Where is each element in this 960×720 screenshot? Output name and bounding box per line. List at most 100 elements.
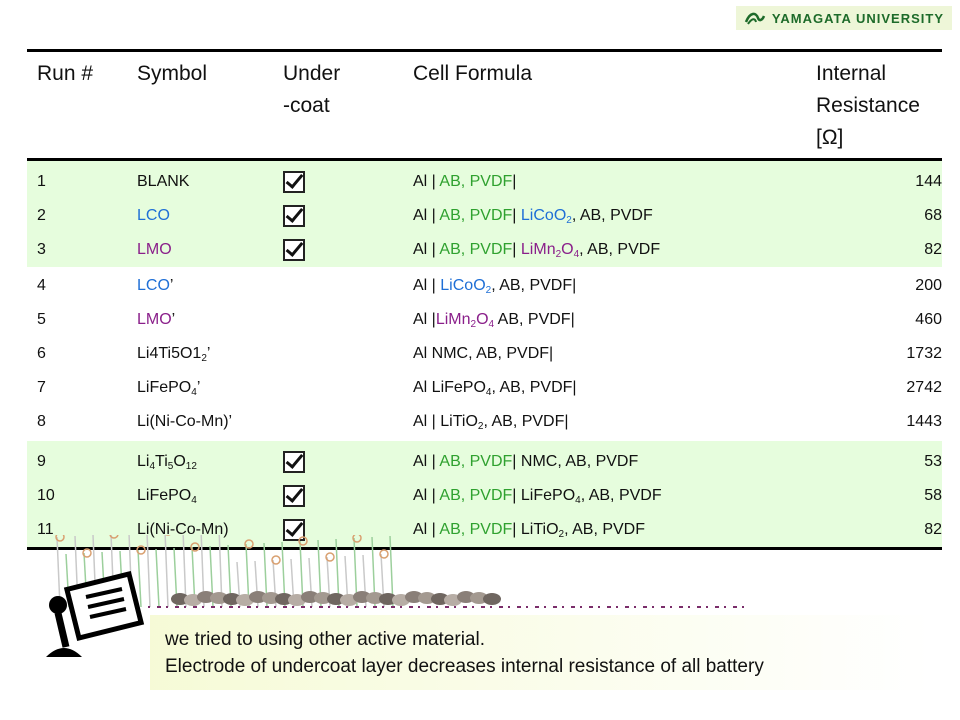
dot	[652, 606, 654, 608]
dot	[211, 606, 215, 608]
text-segment: AB, PVDF	[439, 487, 513, 504]
text-segment: 12	[185, 461, 197, 472]
text-segment: , AB, PVDF|	[491, 277, 577, 294]
text-segment: Al |	[413, 241, 440, 258]
cell-formula-cell: Al | AB, PVDF| LiCoO2, AB, PVDF	[403, 199, 806, 233]
run-cell: 1	[27, 159, 127, 199]
checked-box-icon	[283, 485, 305, 507]
symbol-cell: LMO’	[127, 303, 273, 337]
dot	[625, 606, 629, 608]
fiber-strand	[137, 549, 142, 608]
resistance-cell: 2742	[906, 379, 942, 396]
text-segment: O	[561, 241, 574, 258]
run-cell: 2	[27, 199, 127, 233]
fiber-strand	[146, 535, 151, 608]
undercoat-cell	[273, 199, 403, 233]
undercoat-cell	[273, 479, 403, 513]
table-header-row: Run # Symbol Under -coat Cell Formula Interna…	[27, 50, 942, 160]
dot	[148, 606, 150, 608]
text-segment: , AB, PVDF|	[483, 413, 569, 430]
note-line-1: we tried to using other active material.	[165, 629, 485, 650]
table-row: 2 LCO Al | AB, PVDF| LiCoO2, AB, PVDF 68	[27, 199, 942, 233]
fiber-strand	[164, 535, 169, 608]
text-segment: Li	[137, 453, 150, 470]
dot	[697, 606, 701, 608]
presenter-board-icon	[46, 570, 145, 657]
text-segment: |	[512, 207, 521, 224]
table-row: 4 LCO’ Al | LiCoO2, AB, PVDF| 200	[27, 267, 942, 303]
checked-box-icon	[283, 239, 305, 261]
summary-notes: we tried to using other active material.…	[165, 626, 764, 680]
dot	[292, 606, 294, 608]
symbol-cell: BLANK	[127, 159, 273, 199]
header-undercoat: Under -coat	[273, 51, 403, 160]
text-segment: Al |	[413, 173, 440, 190]
fiber-strand	[155, 548, 160, 608]
undercoat-cell	[273, 159, 403, 199]
undercoat-cell	[273, 439, 403, 479]
symbol-cell: Li(Ni-Co-Mn)’	[127, 405, 273, 440]
text-segment: , AB, PVDF	[579, 241, 661, 258]
text-segment: , AB, PVDF	[571, 207, 653, 224]
text-segment: | NMC, AB, PVDF	[512, 453, 639, 470]
table-header: Run # Symbol Under -coat Cell Formula Interna…	[27, 50, 942, 160]
table-body: 1 BLANK Al | AB, PVDF| 144 2 LCO Al | AB, PVDF…	[27, 159, 942, 549]
text-segment: 4	[191, 495, 197, 506]
dot	[688, 606, 690, 608]
header-internal-resistance-line: Resistance [Ω]	[816, 94, 920, 149]
header-run-line: Run #	[37, 62, 94, 85]
dot	[508, 606, 510, 608]
dot	[733, 606, 737, 608]
dot	[481, 606, 485, 608]
header-run: Run #	[27, 51, 127, 160]
cell-formula-cell: Al | AB, PVDF|	[403, 159, 806, 199]
dot	[580, 606, 582, 608]
dot	[724, 606, 726, 608]
undercoat-cell	[273, 337, 403, 371]
header-undercoat-line: Under	[283, 62, 341, 85]
dot	[544, 606, 546, 608]
dot	[310, 606, 312, 608]
dot	[391, 606, 395, 608]
dot	[427, 606, 431, 608]
text-segment: ’	[169, 277, 174, 294]
header-undercoat-line: -coat	[283, 94, 330, 117]
text-segment: Al |	[413, 207, 440, 224]
checked-box-icon	[283, 205, 305, 227]
checked-box-icon	[283, 451, 305, 473]
text-segment: ’	[206, 345, 211, 362]
resistance-cell: 460	[915, 311, 942, 328]
dot	[499, 606, 503, 608]
dot	[436, 606, 438, 608]
text-segment: Al NMC, AB, PVDF|	[413, 345, 554, 362]
run-cell: 9	[27, 439, 127, 479]
resistance-cell: 144	[806, 159, 942, 199]
text-segment: LiMn	[520, 241, 556, 258]
dot	[355, 606, 359, 608]
resistance-cell: 200	[806, 267, 942, 303]
dot	[247, 606, 251, 608]
symbol-cell: LCO	[127, 199, 273, 233]
table-row: 6 Li4Ti5O12’ Al NMC, AB, PVDF| 1732	[27, 337, 942, 371]
run-cell: 10	[27, 479, 127, 513]
symbol-cell: Li4Ti5O12	[127, 439, 273, 479]
resistance-cell: 68	[806, 199, 942, 233]
dot	[166, 606, 168, 608]
undercoat-cell	[273, 233, 403, 268]
header-internal-resistance: Internal Resistance [Ω]	[806, 51, 942, 160]
cell-formula-cell: Al LiFePO4, AB, PVDF|	[403, 371, 806, 405]
resistance-cell: 82	[806, 513, 942, 549]
dot	[184, 606, 186, 608]
resistance-cell: 1732	[906, 345, 942, 362]
text-segment: LiCoO	[520, 207, 567, 224]
cell-formula-cell: Al |LiMn2O4 AB, PVDF|	[403, 303, 806, 337]
table-row: 1 BLANK Al | AB, PVDF| 144	[27, 159, 942, 199]
header-symbol: Symbol	[127, 51, 273, 160]
text-segment: Ti	[155, 453, 168, 470]
run-cell: 4	[27, 267, 127, 303]
dot	[742, 606, 744, 608]
cell-formula-cell: Al | AB, PVDF| LiMn2O4, AB, PVDF	[403, 233, 806, 268]
cell-formula-cell: Al NMC, AB, PVDF|	[403, 337, 806, 371]
resistance-cell: 82	[806, 233, 942, 268]
dot	[283, 606, 287, 608]
